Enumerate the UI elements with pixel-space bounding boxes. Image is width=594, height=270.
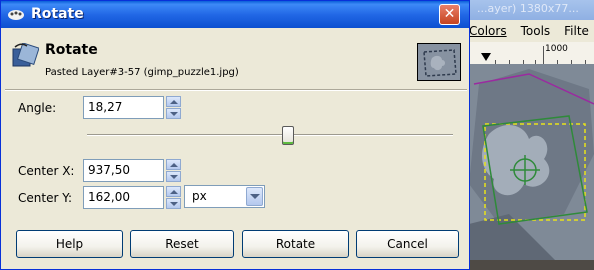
- reset-button[interactable]: Reset: [130, 230, 234, 258]
- center-y-label: Center Y:: [18, 191, 72, 205]
- center-x-input[interactable]: 937,50: [83, 159, 164, 182]
- angle-spinner[interactable]: [166, 96, 181, 119]
- dropdown-arrow-icon[interactable]: [246, 187, 263, 206]
- menu-colors-label: Colors: [469, 24, 507, 38]
- rotated-puzzle-preview: [469, 64, 594, 270]
- menu-colors[interactable]: Colors: [469, 24, 507, 38]
- center-y-spinner[interactable]: [166, 186, 181, 209]
- unit-selected-value: px: [192, 189, 207, 203]
- header-subtitle: Pasted Layer#3-57 (gimp_puzzle1.jpg): [45, 67, 239, 78]
- angle-slider-thumb[interactable]: [282, 126, 295, 145]
- cancel-button[interactable]: Cancel: [356, 230, 459, 258]
- layer-preview-thumbnail: [417, 43, 461, 81]
- spin-down-icon[interactable]: [166, 198, 181, 209]
- rotate-tool-icon: [12, 43, 39, 67]
- header-separator: [5, 89, 467, 91]
- angle-slider-track[interactable]: [87, 134, 453, 136]
- rotate-button[interactable]: Rotate: [242, 230, 349, 258]
- center-x-label: Center X:: [18, 164, 75, 178]
- close-button[interactable]: ✕: [439, 4, 460, 25]
- ruler-label: 1000: [545, 44, 568, 54]
- dialog-title: Rotate: [31, 6, 84, 22]
- background-menubar: Colors Tools Filte: [455, 20, 594, 42]
- spin-down-icon[interactable]: [166, 171, 181, 182]
- spin-up-icon[interactable]: [166, 186, 181, 197]
- unit-select[interactable]: px: [184, 185, 265, 208]
- close-icon: ✕: [443, 6, 456, 22]
- spin-up-icon[interactable]: [166, 96, 181, 107]
- rotate-dialog: Rotate ✕ Rotate Pasted Layer#3-57 (gimp_…: [0, 0, 470, 270]
- angle-label: Angle:: [18, 101, 57, 115]
- menu-tools[interactable]: Tools: [521, 24, 551, 38]
- dialog-titlebar[interactable]: Rotate ✕: [1, 1, 469, 28]
- header-title: Rotate: [45, 42, 98, 58]
- image-canvas[interactable]: [469, 64, 594, 270]
- angle-input[interactable]: 18,27: [83, 96, 164, 119]
- help-button[interactable]: Help: [16, 230, 123, 258]
- ruler-pointer-icon: [481, 53, 491, 61]
- dialog-header: Rotate Pasted Layer#3-57 (gimp_puzzle1.j…: [5, 31, 467, 86]
- spin-down-icon[interactable]: [166, 108, 181, 119]
- center-y-input[interactable]: 162,00: [83, 186, 164, 209]
- center-x-spinner[interactable]: [166, 159, 181, 182]
- spin-up-icon[interactable]: [166, 159, 181, 170]
- menu-filters[interactable]: Filte: [564, 24, 589, 38]
- background-window-titlebar: ...ayer) 1380x77...: [455, 0, 594, 20]
- window-icon: [8, 10, 24, 20]
- horizontal-ruler: 1000: [455, 42, 594, 65]
